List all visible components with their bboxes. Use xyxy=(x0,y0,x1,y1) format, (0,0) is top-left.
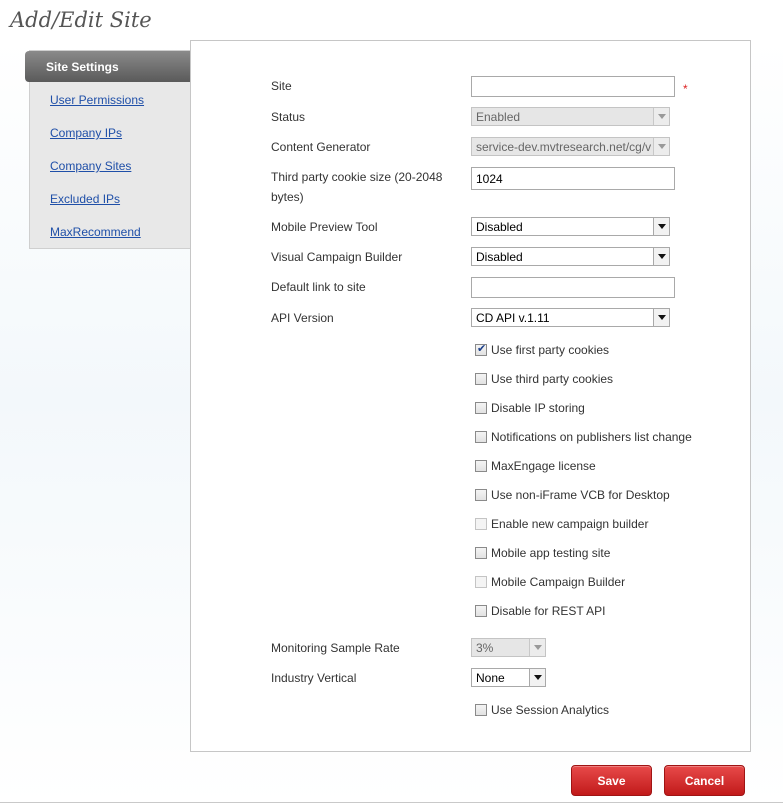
checkbox-row[interactable]: MaxEngage license xyxy=(475,458,596,474)
checkbox[interactable] xyxy=(475,547,487,559)
page-title: Add/Edit Site xyxy=(10,8,152,32)
api-version-select[interactable]: CD API v.1.11 xyxy=(471,308,670,327)
visual-campaign-label: Visual Campaign Builder xyxy=(271,250,403,264)
content-generator-value: service-dev.mvtresearch.net/cg/v xyxy=(476,140,652,154)
api-version-label: API Version xyxy=(271,311,334,325)
checkbox-row[interactable]: Use third party cookies xyxy=(475,371,613,387)
checkbox-row[interactable]: Use first party cookies xyxy=(475,342,609,358)
checkbox-label: MaxEngage license xyxy=(491,459,596,473)
content-generator-label: Content Generator xyxy=(271,140,371,154)
cancel-button[interactable]: Cancel xyxy=(664,765,745,796)
visual-campaign-value: Disabled xyxy=(476,250,523,264)
sidebar-item-company-sites[interactable]: Company Sites xyxy=(50,159,131,173)
checkbox-row[interactable]: Disable IP storing xyxy=(475,400,585,416)
checkbox-label: Use first party cookies xyxy=(491,343,610,357)
checkbox-label: Use third party cookies xyxy=(491,372,614,386)
checkbox-row: Mobile Campaign Builder xyxy=(475,574,625,590)
mobile-preview-select[interactable]: Disabled xyxy=(471,217,670,236)
required-marker: * xyxy=(683,82,688,96)
checkbox-label: Use non-iFrame VCB for Desktop xyxy=(491,488,670,502)
session-analytics-checkbox-row[interactable]: Use Session Analytics xyxy=(475,702,609,718)
chevron-down-icon[interactable] xyxy=(653,218,669,235)
cookie-size-input[interactable] xyxy=(471,167,675,190)
checkbox-row[interactable]: Mobile app testing site xyxy=(475,545,610,561)
checkbox-label: Mobile app testing site xyxy=(491,546,611,560)
session-analytics-label: Use Session Analytics xyxy=(491,703,610,717)
default-link-input[interactable] xyxy=(471,277,675,298)
chevron-down-icon xyxy=(653,108,669,125)
chevron-down-icon[interactable] xyxy=(529,669,545,686)
sidebar-item-maxrecommend[interactable]: MaxRecommend xyxy=(50,225,141,239)
chevron-down-icon[interactable] xyxy=(653,248,669,265)
content-generator-select: service-dev.mvtresearch.net/cg/v xyxy=(471,137,670,156)
sidebar-item-user-permissions[interactable]: User Permissions xyxy=(50,93,144,107)
monitoring-rate-label: Monitoring Sample Rate xyxy=(271,641,400,655)
site-input[interactable] xyxy=(471,76,675,97)
cookie-size-label-line2: bytes) xyxy=(271,190,304,204)
visual-campaign-select[interactable]: Disabled xyxy=(471,247,670,266)
industry-vertical-value: None xyxy=(476,671,505,685)
status-select-value: Enabled xyxy=(476,110,521,124)
checkbox[interactable] xyxy=(475,431,487,443)
checkbox[interactable] xyxy=(475,373,487,385)
checkbox[interactable] xyxy=(475,342,487,356)
status-label: Status xyxy=(271,110,306,124)
checkbox[interactable] xyxy=(475,489,487,501)
chevron-down-icon xyxy=(653,138,669,155)
checkbox-row[interactable]: Disable for REST API xyxy=(475,603,606,619)
sidebar-item-excluded-ips[interactable]: Excluded IPs xyxy=(50,192,120,206)
sidebar-item-company-ips[interactable]: Company IPs xyxy=(50,126,122,140)
checkbox[interactable] xyxy=(475,605,487,617)
checkbox-row: Enable new campaign builder xyxy=(475,516,648,532)
chevron-down-icon[interactable] xyxy=(653,309,669,326)
footer-divider xyxy=(0,802,783,803)
default-link-label: Default link to site xyxy=(271,280,366,294)
industry-vertical-label: Industry Vertical xyxy=(271,671,357,685)
checkbox xyxy=(475,576,487,588)
checkbox-label: Disable IP storing xyxy=(491,401,585,415)
checkbox-label: Enable new campaign builder xyxy=(491,517,649,531)
chevron-down-icon xyxy=(529,639,545,656)
checkbox[interactable] xyxy=(475,402,487,414)
industry-vertical-select[interactable]: None xyxy=(471,668,546,687)
checkbox-label: Notifications on publishers list change xyxy=(491,430,692,444)
checkbox[interactable] xyxy=(475,460,487,472)
checkbox-label: Disable for REST API xyxy=(491,604,606,618)
status-select: Enabled xyxy=(471,107,670,126)
checkbox-row[interactable]: Notifications on publishers list change xyxy=(475,429,692,445)
cookie-size-label: Third party cookie size (20-2048 xyxy=(271,170,443,184)
sidebar-item-site-settings[interactable]: Site Settings xyxy=(25,51,210,82)
checkbox xyxy=(475,518,487,530)
mobile-preview-label: Mobile Preview Tool xyxy=(271,220,378,234)
monitoring-rate-value: 3% xyxy=(476,641,494,655)
save-button[interactable]: Save xyxy=(571,765,652,796)
session-analytics-checkbox[interactable] xyxy=(475,704,487,716)
checkbox-row[interactable]: Use non-iFrame VCB for Desktop xyxy=(475,487,670,503)
site-label: Site xyxy=(271,79,292,93)
checkbox-label: Mobile Campaign Builder xyxy=(491,575,626,589)
mobile-preview-value: Disabled xyxy=(476,220,523,234)
api-version-value: CD API v.1.11 xyxy=(476,311,550,325)
monitoring-rate-select: 3% xyxy=(471,638,546,657)
